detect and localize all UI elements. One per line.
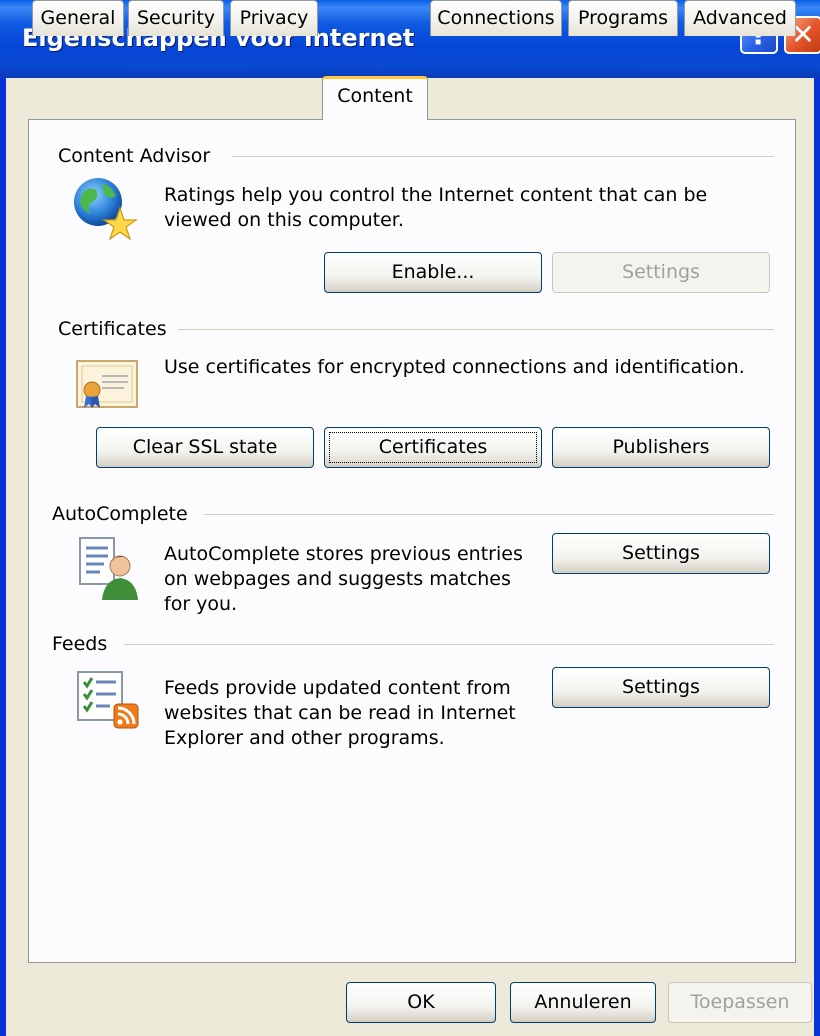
content-advisor-description-line1: Ratings help you control the Internet co… [164,184,708,206]
content-advisor-divider [232,156,774,157]
feeds-rss-icon [77,671,139,729]
autocomplete-description-line1: AutoComplete stores previous entries [164,543,523,565]
certificates-divider [178,329,774,330]
globe-star-icon [74,178,138,241]
clear-ssl-state-button[interactable]: Clear SSL state [96,427,314,468]
publishers-button[interactable]: Publishers [552,427,770,468]
autocomplete-user-icon [79,537,138,600]
tab-privacy[interactable]: Privacy [230,0,318,36]
tab-connections[interactable]: Connections [430,0,562,36]
tab-advanced[interactable]: Advanced [684,0,796,36]
certificate-icon [76,360,138,408]
tab-programs[interactable]: Programs [568,0,678,36]
content-advisor-group-title: Content Advisor [58,145,211,167]
feeds-group-title: Feeds [52,633,108,655]
enable-content-advisor-button[interactable]: Enable... [324,252,542,293]
feeds-description-line2: websites that can be read in Internet [164,702,516,724]
dialog-window: Eigenschappen voor Internet ? ✕ General … [0,0,820,1036]
feeds-description-line1: Feeds provide updated content from [164,677,511,699]
feeds-settings-button[interactable]: Settings [552,667,770,708]
autocomplete-settings-button[interactable]: Settings [552,533,770,574]
autocomplete-description-line2: on webpages and suggests matches [164,568,511,590]
ok-button[interactable]: OK [346,982,496,1023]
feeds-description-line3: Explorer and other programs. [164,727,445,749]
certificates-description: Use certificates for encrypted connectio… [164,356,745,378]
autocomplete-description-line3: for you. [164,593,238,615]
autocomplete-group-title: AutoComplete [52,503,188,525]
tab-content[interactable]: Content [322,76,428,120]
tab-security[interactable]: Security [128,0,224,36]
feeds-divider [124,644,774,645]
autocomplete-divider [204,514,774,515]
tab-general[interactable]: General [32,0,124,36]
apply-button[interactable]: Toepassen [668,982,812,1023]
cancel-button[interactable]: Annuleren [510,982,656,1023]
content-advisor-settings-button[interactable]: Settings [552,252,770,293]
certificates-button[interactable]: Certificates [324,427,542,468]
certificates-group-title: Certificates [58,318,167,340]
content-advisor-description-line2: viewed on this computer. [164,209,404,231]
